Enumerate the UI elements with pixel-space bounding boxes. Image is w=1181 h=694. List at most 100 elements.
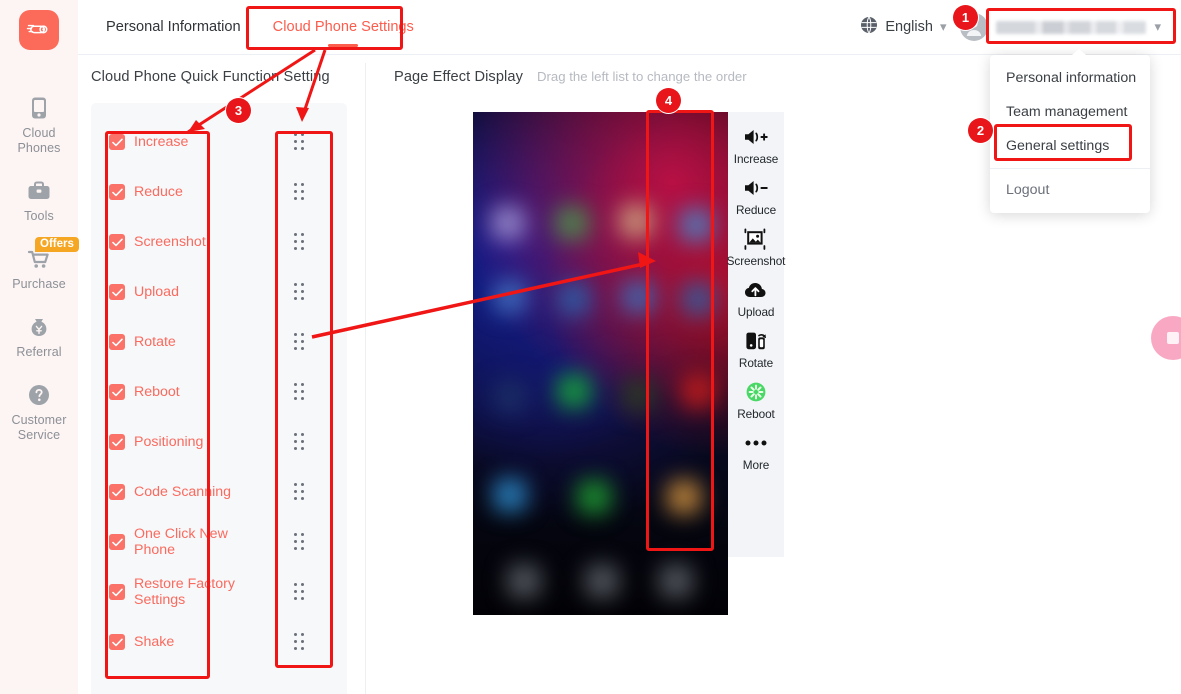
- app-icon: [557, 282, 591, 316]
- app-icon: [493, 380, 527, 414]
- user-account-button[interactable]: ▾: [960, 13, 1165, 41]
- checkbox-checked-icon[interactable]: [109, 434, 125, 450]
- volume-up-icon: [743, 123, 769, 151]
- tab-personal-information[interactable]: Personal Information: [90, 0, 257, 54]
- app-icon: [493, 478, 527, 512]
- drag-grip-icon: [293, 633, 305, 651]
- sidebar-item-tools[interactable]: Tools: [0, 169, 78, 237]
- phone-screen: [473, 112, 728, 615]
- user-dropdown-menu: Personal information Team management Gen…: [990, 49, 1150, 213]
- sidebar-item-label: Customer Service: [11, 413, 67, 442]
- reboot-icon: [744, 378, 768, 406]
- bubble-icon: [1167, 332, 1179, 344]
- list-item[interactable]: Code Scanning: [91, 467, 251, 517]
- drag-handle[interactable]: [293, 267, 305, 317]
- phone-icon: [26, 95, 52, 121]
- header-tabs: Personal Information Cloud Phone Setting…: [78, 0, 430, 54]
- drag-grip-icon: [293, 383, 305, 401]
- drag-grip-icon: [293, 433, 305, 451]
- question-circle-icon: [26, 382, 52, 408]
- app-icon: [667, 480, 701, 514]
- sidebar-item-cloud-phones[interactable]: Cloud Phones: [0, 86, 78, 169]
- drag-handle[interactable]: [293, 217, 305, 267]
- money-bag-icon: [26, 314, 52, 340]
- drag-handle[interactable]: [293, 417, 305, 467]
- app-icon: [621, 378, 655, 412]
- app-icon: [619, 204, 653, 238]
- tab-cloud-phone-settings[interactable]: Cloud Phone Settings: [257, 0, 430, 54]
- drag-handle[interactable]: [293, 317, 305, 367]
- drag-handle[interactable]: [293, 367, 305, 417]
- app-icon: [679, 208, 713, 242]
- checkbox-checked-icon[interactable]: [109, 484, 125, 500]
- language-selector[interactable]: English ▾: [860, 16, 946, 38]
- drag-handle[interactable]: [293, 117, 305, 167]
- list-item[interactable]: Restore Factory Settings: [91, 567, 251, 617]
- volume-down-icon: [743, 174, 769, 202]
- option-label: Increase: [134, 134, 189, 150]
- checkbox-checked-icon[interactable]: [109, 334, 125, 350]
- sidebar-items: Cloud Phones Tools Offers Purchase Refer…: [0, 86, 79, 456]
- drag-grip-icon: [293, 183, 305, 201]
- app-icon: [681, 374, 715, 408]
- sidebar-item-customer-service[interactable]: Customer Service: [0, 373, 78, 456]
- list-item[interactable]: Upload: [91, 267, 251, 317]
- list-item[interactable]: Reboot: [91, 367, 251, 417]
- left-panel: Cloud Phone Quick Function Setting Incre…: [78, 55, 365, 694]
- toolbar-item-reboot[interactable]: Reboot: [728, 378, 784, 421]
- app-logo[interactable]: [19, 10, 59, 50]
- list-item[interactable]: Shake: [91, 617, 251, 667]
- list-item[interactable]: Reduce: [91, 167, 251, 217]
- drag-handle[interactable]: [293, 617, 305, 667]
- drag-grip-icon: [293, 483, 305, 501]
- checkbox-checked-icon[interactable]: [109, 134, 125, 150]
- list-item[interactable]: Positioning: [91, 417, 251, 467]
- option-label: One Click New Phone: [134, 526, 228, 558]
- drag-handle[interactable]: [293, 517, 305, 567]
- checkbox-checked-icon[interactable]: [109, 234, 125, 250]
- list-item[interactable]: Rotate: [91, 317, 251, 367]
- checkbox-checked-icon[interactable]: [109, 184, 125, 200]
- toolbar-item-more[interactable]: More: [728, 429, 784, 472]
- sidebar-item-purchase[interactable]: Offers Purchase: [0, 237, 79, 305]
- checkbox-checked-icon[interactable]: [109, 634, 125, 650]
- toolbar-item-reduce[interactable]: Reduce: [728, 174, 784, 217]
- menu-item-team-management[interactable]: Team management: [990, 95, 1150, 129]
- option-label: Rotate: [134, 334, 176, 350]
- rotate-phone-icon: [744, 327, 768, 355]
- menu-item-general-settings[interactable]: General settings: [990, 129, 1150, 163]
- globe-icon: [860, 16, 878, 38]
- list-item[interactable]: One Click New Phone: [91, 517, 251, 567]
- drag-handle[interactable]: [293, 467, 305, 517]
- toolbar-item-label: Reduce: [735, 203, 777, 217]
- drag-grip-icon: [293, 583, 305, 601]
- drag-handle[interactable]: [293, 567, 305, 617]
- checkbox-checked-icon[interactable]: [109, 584, 125, 600]
- sidebar-item-label: Referral: [16, 345, 62, 359]
- checkbox-checked-icon[interactable]: [109, 384, 125, 400]
- user-avatar-icon: [960, 13, 989, 41]
- list-item[interactable]: Increase: [91, 117, 251, 167]
- app-icon: [493, 280, 527, 314]
- toolbar-item-screenshot[interactable]: Screenshot: [727, 225, 785, 268]
- sidebar-item-label: Purchase: [12, 277, 66, 291]
- drag-handle[interactable]: [293, 167, 305, 217]
- toolbar-item-label: Reboot: [737, 407, 775, 421]
- chevron-down-icon: ▾: [939, 19, 947, 34]
- checkbox-checked-icon[interactable]: [109, 534, 125, 550]
- sidebar: Cloud Phones Tools Offers Purchase Refer…: [0, 0, 79, 694]
- option-label: Shake: [134, 634, 175, 650]
- checkbox-checked-icon[interactable]: [109, 284, 125, 300]
- toolbar-item-increase[interactable]: Increase: [728, 123, 784, 166]
- toolbar-item-upload[interactable]: Upload: [728, 276, 784, 319]
- menu-item-logout[interactable]: Logout: [990, 168, 1150, 207]
- left-panel-header: Cloud Phone Quick Function Setting: [78, 55, 365, 85]
- menu-item-personal-information[interactable]: Personal information: [990, 61, 1150, 95]
- app-icon: [557, 374, 591, 408]
- toolbar-item-rotate[interactable]: Rotate: [728, 327, 784, 370]
- sidebar-item-referral[interactable]: Referral: [0, 305, 78, 373]
- option-column: Increase Reduce Screenshot Upload Rotate…: [91, 103, 251, 694]
- list-item[interactable]: Screenshot: [91, 217, 251, 267]
- user-name-masked: [996, 20, 1147, 34]
- cloud-upload-icon: [743, 276, 769, 304]
